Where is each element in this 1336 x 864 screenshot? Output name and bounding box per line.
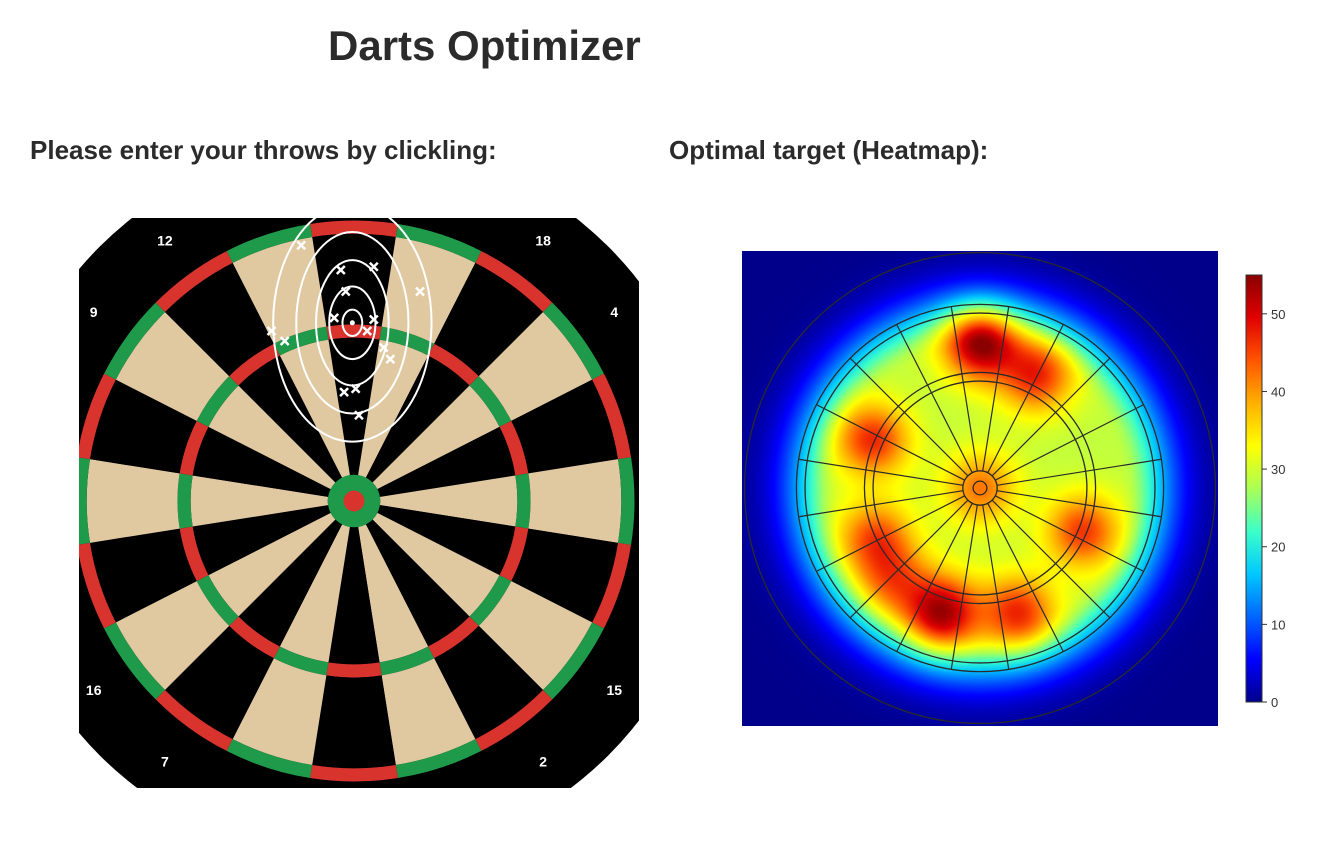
segment-boundary-line <box>982 504 1010 670</box>
segment-number: 2 <box>539 753 547 769</box>
segment-boundary-line <box>996 490 1162 518</box>
colorbar-tick-label: 40 <box>1271 384 1285 399</box>
segment-boundary-line <box>896 324 973 473</box>
treble-3[interactable] <box>326 662 382 678</box>
treble-11[interactable] <box>177 473 193 529</box>
board-ring-outline <box>962 470 998 506</box>
bullseye[interactable] <box>343 490 365 512</box>
colorbar-tick-label: 30 <box>1271 462 1285 477</box>
heatmap-colorbar: 0 10 20 30 40 50 <box>1245 274 1285 710</box>
segment-boundary-line <box>798 458 964 486</box>
segment-boundary-line <box>996 458 1162 486</box>
throw-input-heading: Please enter your throws by clickling: <box>30 135 497 165</box>
segment-number: 16 <box>86 682 102 698</box>
optimal-target-heatmap <box>742 251 1218 726</box>
single-outer-3[interactable] <box>312 675 396 769</box>
colorbar-tick-label: 10 <box>1271 617 1285 632</box>
segment-boundary-line <box>950 504 978 670</box>
segment-number: 7 <box>161 753 169 769</box>
segment-boundary-line <box>995 495 1144 572</box>
single-outer-6[interactable] <box>528 459 622 543</box>
heatmap-board-outline <box>743 251 1217 725</box>
aim-point <box>349 320 355 326</box>
segment-number: 15 <box>607 682 623 698</box>
segment-number: 9 <box>90 304 98 320</box>
dartboard-input[interactable]: 2011841361015217319716811149125 <box>79 218 639 788</box>
colorbar-tick-label: 0 <box>1271 695 1278 710</box>
segment-boundary-line <box>987 324 1064 473</box>
colorbar-tick-label: 20 <box>1271 540 1285 555</box>
heatmap-heading: Optimal target (Heatmap): <box>669 135 989 165</box>
single-outer-11[interactable] <box>86 459 180 543</box>
treble-6[interactable] <box>515 473 531 529</box>
segment-boundary-line <box>950 306 978 472</box>
segment-boundary-line <box>982 306 1010 472</box>
segment-boundary-line <box>798 490 964 518</box>
board-ring-outline <box>743 251 1217 725</box>
page-title: Darts Optimizer <box>328 22 641 69</box>
segment-boundary-line <box>816 495 965 572</box>
segment-boundary-line <box>896 503 973 652</box>
board-ring-outline <box>972 480 988 496</box>
segment-boundary-line <box>995 404 1144 481</box>
segment-boundary-line <box>816 404 965 481</box>
colorbar-tick-label: 50 <box>1271 307 1285 322</box>
colorbar-gradient <box>1245 274 1263 703</box>
segment-number: 4 <box>610 304 618 320</box>
segment-number: 12 <box>157 233 173 249</box>
segment-boundary-line <box>987 503 1064 652</box>
segment-number: 18 <box>535 233 551 249</box>
